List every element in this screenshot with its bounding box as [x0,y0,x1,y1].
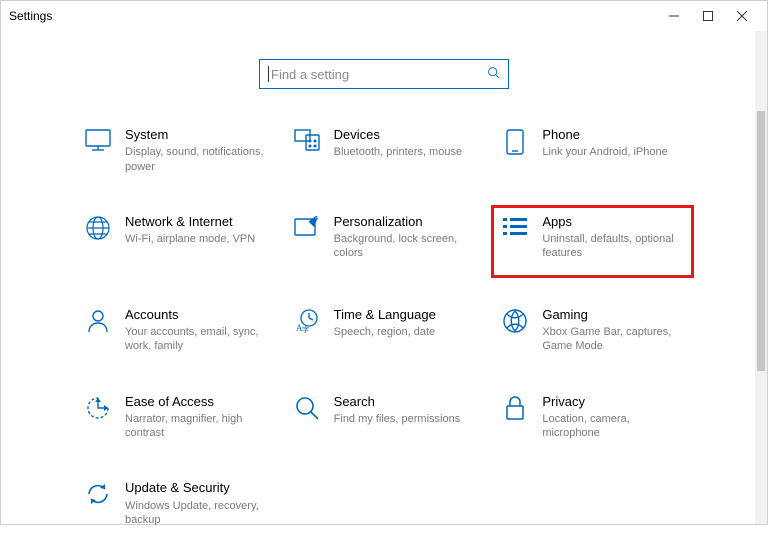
accounts-icon [83,307,113,333]
tile-desc: Your accounts, email, sync, work, family [125,325,266,354]
search-icon [487,66,500,82]
tile-personalization[interactable]: Personalization Background, lock screen,… [288,210,481,273]
tile-title: Accounts [125,307,266,323]
scrollbar-thumb[interactable] [757,111,765,371]
tile-title: Gaming [542,307,683,323]
titlebar: Settings [1,1,767,31]
tile-desc: Narrator, magnifier, high contrast [125,412,266,441]
personalization-icon [292,214,322,238]
settings-grid: System Display, sound, notifications, po… [79,123,689,533]
search-input[interactable]: Find a setting [259,59,509,89]
search-category-icon [292,394,322,420]
system-icon [83,127,113,151]
tile-ease-of-access[interactable]: Ease of Access Narrator, magnifier, high… [79,390,272,447]
globe-icon [83,214,113,240]
close-button[interactable] [725,1,759,31]
scrollbar[interactable] [755,31,767,524]
tile-desc: Wi-Fi, airplane mode, VPN [125,232,266,246]
phone-icon [500,127,530,155]
tile-desc: Xbox Game Bar, captures, Game Mode [542,325,683,354]
tile-title: Search [334,394,475,410]
tile-title: Privacy [542,394,683,410]
tile-time-language[interactable]: A字 Time & Language Speech, region, date [288,303,481,360]
tile-desc: Windows Update, recovery, backup [125,499,266,528]
search-wrap: Find a setting [1,59,767,89]
minimize-button[interactable] [657,1,691,31]
text-caret [268,66,269,82]
tile-devices[interactable]: Devices Bluetooth, printers, mouse [288,123,481,180]
tile-title: System [125,127,266,143]
tile-title: Phone [542,127,683,143]
gaming-icon [500,307,530,333]
tile-desc: Link your Android, iPhone [542,145,683,159]
tile-network[interactable]: Network & Internet Wi-Fi, airplane mode,… [79,210,272,273]
tile-title: Ease of Access [125,394,266,410]
ease-of-access-icon [83,394,113,420]
tile-desc: Find my files, permissions [334,412,475,426]
tile-system[interactable]: System Display, sound, notifications, po… [79,123,272,180]
tile-title: Time & Language [334,307,475,323]
tile-accounts[interactable]: Accounts Your accounts, email, sync, wor… [79,303,272,360]
update-security-icon [83,480,113,506]
tile-gaming[interactable]: Gaming Xbox Game Bar, captures, Game Mod… [496,303,689,360]
tile-desc: Display, sound, notifications, power [125,145,266,174]
tile-desc: Speech, region, date [334,325,475,339]
privacy-icon [500,394,530,420]
window-title: Settings [9,9,52,23]
svg-text:字: 字 [302,325,309,333]
tile-desc: Background, lock screen, colors [334,232,475,261]
tile-title: Devices [334,127,475,143]
tile-phone[interactable]: Phone Link your Android, iPhone [496,123,689,180]
time-language-icon: A字 [292,307,322,333]
tile-title: Update & Security [125,480,266,496]
maximize-button[interactable] [691,1,725,31]
tile-title: Network & Internet [125,214,266,230]
tile-title: Apps [542,214,683,230]
tile-search[interactable]: Search Find my files, permissions [288,390,481,447]
tile-desc: Bluetooth, printers, mouse [334,145,475,159]
tile-apps[interactable]: Apps Uninstall, defaults, optional featu… [496,210,689,273]
tile-privacy[interactable]: Privacy Location, camera, microphone [496,390,689,447]
apps-icon [500,214,530,238]
search-placeholder: Find a setting [271,67,487,82]
tile-title: Personalization [334,214,475,230]
devices-icon [292,127,322,151]
tile-desc: Uninstall, defaults, optional features [542,232,683,261]
tile-desc: Location, camera, microphone [542,412,683,441]
